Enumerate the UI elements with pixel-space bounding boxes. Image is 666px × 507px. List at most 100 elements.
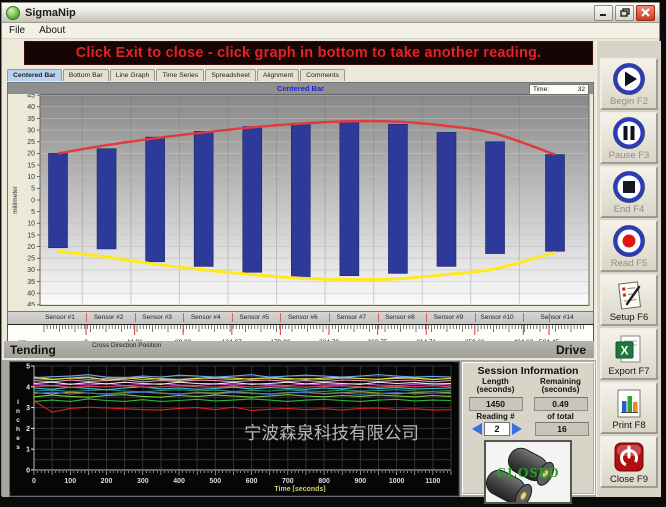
svg-text:40: 40 xyxy=(27,291,35,298)
sensor-position-mark xyxy=(86,313,87,322)
total-value: 16 xyxy=(535,422,589,436)
setup-f6-button[interactable]: Setup F6 xyxy=(600,274,658,326)
tab-line-graph[interactable]: Line Graph xyxy=(110,69,156,81)
pause-f3-button[interactable]: Pause F3 xyxy=(600,112,658,164)
bar-chart-svg: 45403530252015105051015202530354045milli… xyxy=(8,94,593,306)
sensor-bar-4 xyxy=(194,131,213,266)
alert-banner: Click Exit to close - click graph in bot… xyxy=(24,41,593,65)
sensor-label-7: Sensor #7 xyxy=(337,314,367,321)
sensor-bar-3 xyxy=(146,137,165,262)
chart-title: Centered Bar xyxy=(8,84,593,93)
svg-text:25: 25 xyxy=(27,139,35,146)
sensor-label-3: Sensor #3 xyxy=(142,314,172,321)
remaining-label: Remaining (seconds) xyxy=(531,378,591,395)
svg-text:millimeter: millimeter xyxy=(12,185,19,214)
previous-reading-button[interactable] xyxy=(472,423,482,435)
svg-text:1: 1 xyxy=(26,447,30,454)
svg-text:Time [seconds]: Time [seconds] xyxy=(274,486,325,492)
play-icon xyxy=(612,62,646,96)
sensor-label-1: Sensor #1 xyxy=(45,314,75,321)
svg-text:1100: 1100 xyxy=(425,478,440,485)
menu-about[interactable]: About xyxy=(32,25,72,36)
nip-status-text: CLOSED xyxy=(486,466,570,482)
end-f4-button[interactable]: End F4 xyxy=(600,166,658,218)
cross-direction-position-label: Cross Direction Position xyxy=(92,342,161,349)
menu-file[interactable]: File xyxy=(2,25,32,36)
svg-text:45: 45 xyxy=(27,302,35,306)
drive-label: Drive xyxy=(556,343,586,357)
session-information-panel: Session Information Length (seconds) Rem… xyxy=(461,361,595,495)
sensor-position-mark xyxy=(183,313,184,322)
record-icon xyxy=(612,224,646,258)
stop-icon xyxy=(612,170,646,204)
tab-alignment[interactable]: Alignment xyxy=(257,69,299,81)
sensor-bar-1 xyxy=(49,153,68,247)
minimize-button[interactable] xyxy=(594,5,613,21)
svg-text:h: h xyxy=(16,426,20,433)
svg-text:35: 35 xyxy=(27,279,35,286)
next-reading-button[interactable] xyxy=(512,423,522,435)
print-f8-button[interactable]: Print F8 xyxy=(600,382,658,434)
tab-comments[interactable]: Comments xyxy=(300,69,345,81)
svg-text:30: 30 xyxy=(27,127,35,134)
reading-number-field[interactable]: 2 xyxy=(484,422,510,436)
svg-text:I: I xyxy=(17,399,19,406)
pause-icon xyxy=(612,116,646,150)
svg-text:0: 0 xyxy=(31,197,35,204)
time-field[interactable]: Time: 32 xyxy=(529,84,589,95)
sensor-label-row: Sensor #1Sensor #2Sensor #3Sensor #4Sens… xyxy=(7,312,594,324)
svg-text:5: 5 xyxy=(31,186,35,193)
tab-strip: Centered BarBottom BarLine GraphTime Ser… xyxy=(7,66,346,81)
nip-status-indicator: CLOSED xyxy=(484,440,572,504)
read-f5-button[interactable]: Read F5 xyxy=(600,220,658,272)
sensor-bar-10 xyxy=(486,142,505,254)
restore-button[interactable] xyxy=(615,5,634,21)
begin-f2-button[interactable]: Begin F2 xyxy=(600,58,658,110)
bar-chart-plot: 45403530252015105051015202530354045milli… xyxy=(7,94,594,312)
sensor-label-2: Sensor #2 xyxy=(94,314,124,321)
sensor-position-mark xyxy=(135,313,136,322)
svg-text:5: 5 xyxy=(26,364,30,371)
svg-text:500: 500 xyxy=(209,478,221,485)
svg-text:0: 0 xyxy=(26,468,30,475)
svg-text:2: 2 xyxy=(26,426,30,433)
export-f7-button[interactable]: XExport F7 xyxy=(600,328,658,380)
sensor-position-mark xyxy=(523,313,524,322)
sensor-position-mark xyxy=(426,313,427,322)
sensor-bar-7 xyxy=(340,121,359,276)
svg-text:e: e xyxy=(16,435,20,442)
tab-centered-bar[interactable]: Centered Bar xyxy=(7,69,62,81)
svg-text:10: 10 xyxy=(27,221,35,228)
tab-spreadsheet[interactable]: Spreadsheet xyxy=(205,69,256,81)
sensor-bar-5 xyxy=(243,127,262,273)
svg-text:20: 20 xyxy=(27,244,35,251)
tab-bottom-bar[interactable]: Bottom Bar xyxy=(63,69,109,81)
remaining-value: 0.49 xyxy=(534,397,588,411)
sensor-label-8: Sensor #8 xyxy=(385,314,415,321)
svg-text:20: 20 xyxy=(27,151,35,158)
svg-text:5: 5 xyxy=(31,209,35,216)
sensor-bar-11 xyxy=(546,155,565,252)
sensor-label-11: Sensor #14 xyxy=(540,314,573,321)
close-window-button[interactable] xyxy=(636,5,655,21)
sensor-position-mark xyxy=(549,313,550,322)
sensor-label-5: Sensor #5 xyxy=(239,314,269,321)
svg-text:3: 3 xyxy=(26,405,30,412)
svg-text:800: 800 xyxy=(318,478,330,485)
total-label: of total xyxy=(531,413,591,421)
svg-text:900: 900 xyxy=(355,478,367,485)
sensor-label-9: Sensor #9 xyxy=(434,314,464,321)
sensor-label-10: Sensor #10 xyxy=(480,314,513,321)
svg-text:4: 4 xyxy=(26,384,30,391)
svg-text:0: 0 xyxy=(32,478,36,485)
alert-banner-text: Click Exit to close - click graph in bot… xyxy=(76,45,542,61)
svg-text:s: s xyxy=(16,444,20,451)
close-f9-button[interactable]: Close F9 xyxy=(600,436,658,488)
tab-time-series[interactable]: Time Series xyxy=(156,69,204,81)
length-value: 1450 xyxy=(469,397,523,411)
sensor-bar-9 xyxy=(437,132,456,266)
svg-text:400: 400 xyxy=(173,478,185,485)
sensor-bar-6 xyxy=(291,123,310,278)
time-label: Time: xyxy=(533,86,549,93)
watermark-text: 宁波森泉科技有限公司 xyxy=(244,420,419,445)
